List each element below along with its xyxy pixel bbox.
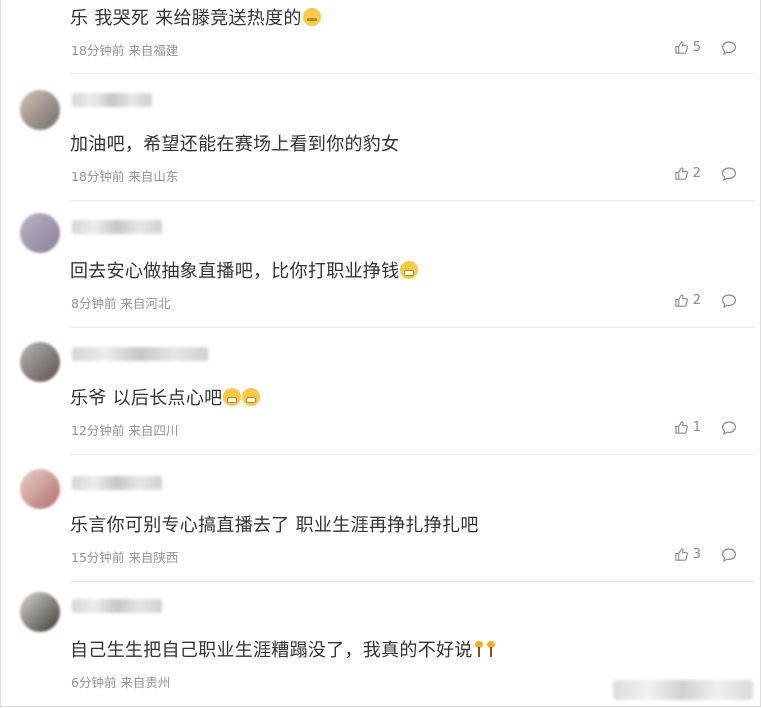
comment-meta: 8分钟前 来自河北 [71, 296, 171, 311]
comment-meta: 18分钟前 来自山东 [71, 169, 179, 184]
comment-bubble-icon[interactable] [721, 293, 737, 309]
avatar[interactable] [20, 213, 60, 253]
comment-text: 乐言你可别专心搞直播去了 职业生涯再挣扎挣扎吧 [70, 515, 479, 536]
crying-emoji-icon [302, 8, 321, 26]
like-count: 1 [692, 420, 701, 435]
comment-text: 乐爷 以后长点心吧 [70, 388, 223, 409]
thumbs-up-icon [675, 167, 688, 180]
comment-meta: 15分钟前 来自陕西 [71, 550, 179, 565]
torch-emoji-icon [474, 641, 483, 657]
like-button[interactable]: 2 [674, 293, 701, 308]
avatar[interactable] [20, 90, 60, 130]
divider [70, 327, 755, 328]
thumbs-up-icon [675, 421, 688, 434]
comment-bubble-icon[interactable] [721, 40, 737, 56]
username-blurred[interactable] [72, 347, 208, 361]
like-button[interactable]: 2 [674, 166, 701, 181]
username-blurred[interactable] [72, 599, 162, 613]
like-count: 5 [692, 40, 701, 55]
username-blurred[interactable] [72, 220, 162, 234]
comment-meta: 18分钟前 来自福建 [71, 43, 179, 58]
torch-emoji-icon [486, 641, 495, 657]
like-button[interactable]: 3 [674, 547, 701, 562]
comment-text: 自己生生把自己职业生涯糟蹋没了，我真的不好说 [70, 640, 473, 661]
divider [70, 581, 755, 582]
comment-text: 加油吧，希望还能在赛场上看到你的豹女 [70, 134, 400, 155]
username-blurred[interactable] [72, 93, 152, 107]
like-button[interactable]: 5 [674, 40, 701, 55]
like-button[interactable]: 1 [674, 420, 701, 435]
comment-meta: 12分钟前 来自四川 [71, 423, 179, 438]
thumbs-up-icon [675, 41, 688, 54]
grinning-emoji-icon [242, 388, 261, 406]
avatar[interactable] [20, 469, 60, 509]
avatar[interactable] [20, 342, 60, 382]
comment-bubble-icon[interactable] [721, 420, 737, 436]
comment-text: 乐 我哭死 来给滕竞送热度的 [70, 8, 302, 29]
divider [70, 200, 755, 201]
comment-bubble-icon[interactable] [721, 547, 737, 563]
watermark-blurred [613, 680, 753, 700]
comment-text: 回去安心做抽象直播吧，比你打职业挣钱 [70, 261, 400, 282]
grinning-emoji-icon [400, 261, 419, 279]
like-count: 2 [692, 166, 701, 181]
grinning-emoji-icon [223, 388, 242, 406]
thumbs-up-icon [675, 294, 688, 307]
comment-meta: 6分钟前 来自贵州 [71, 675, 171, 690]
avatar[interactable] [20, 592, 60, 632]
comment-bubble-icon[interactable] [721, 166, 737, 182]
username-blurred[interactable] [72, 476, 162, 490]
thumbs-up-icon [675, 548, 688, 561]
like-count: 2 [692, 293, 701, 308]
divider [70, 454, 755, 455]
like-count: 3 [692, 547, 701, 562]
divider [70, 73, 755, 74]
